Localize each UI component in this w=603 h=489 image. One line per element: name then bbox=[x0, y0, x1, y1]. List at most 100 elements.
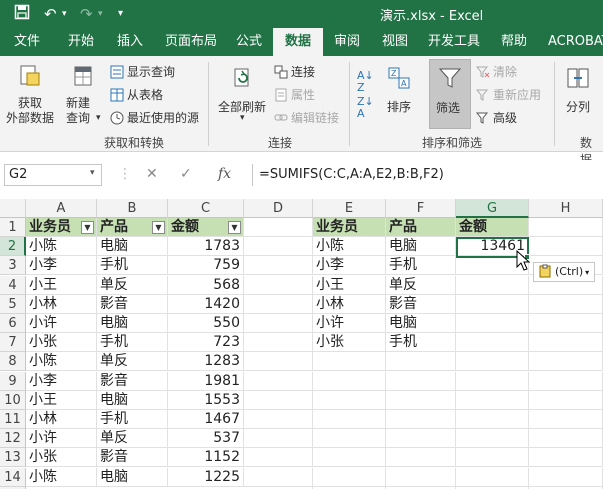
sum-result-cell[interactable] bbox=[456, 275, 529, 295]
table-cell[interactable]: 小林 bbox=[26, 410, 97, 429]
cell-h8[interactable] bbox=[529, 352, 603, 372]
tab-formulas[interactable]: 公式 bbox=[234, 28, 264, 56]
from-table-button[interactable]: 从表格 bbox=[110, 86, 163, 103]
recent-sources-button[interactable]: 最近使用的源 bbox=[110, 109, 199, 126]
new-query-dropdown-icon[interactable]: ▾ bbox=[96, 113, 101, 123]
cell-h9[interactable] bbox=[529, 371, 603, 391]
empty-cell[interactable] bbox=[313, 390, 386, 410]
get-external-data-button[interactable]: 获取 外部数据 bbox=[6, 96, 54, 126]
reapply-button[interactable]: 重新应用 bbox=[476, 86, 541, 103]
cell-d2[interactable] bbox=[244, 237, 313, 257]
table-cell[interactable]: 1225 bbox=[168, 467, 244, 487]
table-cell[interactable]: 小张 bbox=[26, 333, 97, 353]
table-cell[interactable]: 电脑 bbox=[97, 237, 168, 257]
table-cell[interactable]: 影音 bbox=[97, 371, 168, 391]
lookup-cell[interactable]: 单反 bbox=[386, 275, 456, 295]
column-header-e[interactable]: E bbox=[313, 199, 386, 218]
lookup-cell[interactable]: 小李 bbox=[313, 256, 386, 276]
cell-h13[interactable] bbox=[529, 448, 603, 468]
empty-cell[interactable] bbox=[386, 390, 456, 410]
name-box-dropdown-icon[interactable]: ▾ bbox=[90, 168, 95, 178]
table-cell[interactable]: 537 bbox=[168, 429, 244, 449]
table-cell[interactable]: 小王 bbox=[26, 275, 97, 295]
table-cell[interactable]: 小王 bbox=[26, 390, 97, 410]
empty-cell[interactable] bbox=[386, 371, 456, 391]
undo-icon[interactable]: ↶ bbox=[44, 4, 57, 24]
enter-icon[interactable]: ✓ bbox=[180, 166, 192, 182]
table-cell[interactable]: 1783 bbox=[168, 237, 244, 257]
table-cell[interactable]: 影音 bbox=[97, 448, 168, 468]
filter-button[interactable]: 筛选 bbox=[429, 59, 471, 129]
lookup-header-cell[interactable]: 金额 bbox=[456, 218, 529, 237]
empty-cell[interactable] bbox=[313, 448, 386, 468]
cell-h6[interactable] bbox=[529, 314, 603, 333]
cell-h12[interactable] bbox=[529, 429, 603, 449]
lookup-cell[interactable]: 小王 bbox=[313, 275, 386, 295]
connections-button[interactable]: 连接 bbox=[274, 63, 315, 80]
redo-icon[interactable]: ↷ bbox=[80, 4, 93, 24]
customize-toolbar-icon[interactable]: ▾ bbox=[118, 4, 123, 24]
empty-cell[interactable] bbox=[386, 448, 456, 468]
new-query-button[interactable]: 新建 查询 bbox=[66, 96, 90, 126]
edit-links-button[interactable]: 编辑链接 bbox=[274, 109, 339, 126]
cell-d5[interactable] bbox=[244, 294, 313, 314]
table-cell[interactable]: 单反 bbox=[97, 429, 168, 449]
split-button[interactable]: 分列 bbox=[566, 98, 590, 115]
table-cell[interactable]: 723 bbox=[168, 333, 244, 353]
table-cell[interactable]: 568 bbox=[168, 275, 244, 295]
cell-h2[interactable] bbox=[529, 237, 603, 257]
table-cell[interactable]: 手机 bbox=[97, 256, 168, 276]
lookup-cell[interactable]: 电脑 bbox=[386, 237, 456, 257]
cell-h5[interactable] bbox=[529, 294, 603, 314]
properties-button[interactable]: 属性 bbox=[274, 86, 315, 103]
row-header-12[interactable]: 12 bbox=[0, 429, 26, 449]
tab-view[interactable]: 视图 bbox=[380, 28, 410, 56]
paste-options-button[interactable]: (Ctrl) ▾ bbox=[533, 262, 595, 282]
empty-cell[interactable] bbox=[313, 429, 386, 449]
table-cell[interactable]: 1981 bbox=[168, 371, 244, 391]
cell-d3[interactable] bbox=[244, 256, 313, 276]
tab-acrobat[interactable]: ACROBAT bbox=[546, 28, 603, 56]
empty-cell[interactable] bbox=[386, 429, 456, 449]
insert-function-icon[interactable]: fx bbox=[218, 166, 231, 182]
empty-cell[interactable] bbox=[313, 371, 386, 391]
table-cell[interactable]: 手机 bbox=[97, 410, 168, 429]
column-header-a[interactable]: A bbox=[26, 199, 97, 218]
sort-za-icon[interactable]: Z↓ A bbox=[357, 96, 374, 120]
empty-cell[interactable] bbox=[456, 448, 529, 468]
lookup-cell[interactable]: 小林 bbox=[313, 294, 386, 314]
redo-dropdown-icon[interactable]: ▾ bbox=[98, 4, 103, 24]
table-cell[interactable]: 小许 bbox=[26, 429, 97, 449]
empty-cell[interactable] bbox=[456, 352, 529, 372]
sort-button[interactable]: 排序 bbox=[387, 98, 411, 115]
tab-help[interactable]: 帮助 bbox=[499, 28, 529, 56]
cell-d12[interactable] bbox=[244, 429, 313, 449]
table-cell[interactable]: 小张 bbox=[26, 448, 97, 468]
lookup-cell[interactable]: 小陈 bbox=[313, 237, 386, 257]
advanced-button[interactable]: 高级 bbox=[476, 109, 517, 126]
tab-data[interactable]: 数据 bbox=[273, 28, 324, 56]
column-header-d[interactable]: D bbox=[244, 199, 313, 218]
empty-cell[interactable] bbox=[386, 410, 456, 429]
row-header-1[interactable]: 1 bbox=[0, 218, 26, 237]
cell-d6[interactable] bbox=[244, 314, 313, 333]
table-cell[interactable]: 1152 bbox=[168, 448, 244, 468]
row-header-9[interactable]: 9 bbox=[0, 371, 26, 391]
lookup-header-cell[interactable]: 产品 bbox=[386, 218, 456, 237]
filter-dropdown-icon[interactable]: ▼ bbox=[152, 221, 165, 234]
cell-d8[interactable] bbox=[244, 352, 313, 372]
table-cell[interactable]: 小林 bbox=[26, 294, 97, 314]
lookup-cell[interactable]: 手机 bbox=[386, 256, 456, 276]
cell-d7[interactable] bbox=[244, 333, 313, 353]
table-cell[interactable]: 影音 bbox=[97, 294, 168, 314]
row-header-10[interactable]: 10 bbox=[0, 390, 26, 410]
lookup-header-cell[interactable]: 业务员 bbox=[313, 218, 386, 237]
empty-cell[interactable] bbox=[456, 371, 529, 391]
cell-d10[interactable] bbox=[244, 390, 313, 410]
empty-cell[interactable] bbox=[456, 467, 529, 487]
lookup-cell[interactable]: 影音 bbox=[386, 294, 456, 314]
table-cell[interactable]: 1553 bbox=[168, 390, 244, 410]
table-cell[interactable]: 550 bbox=[168, 314, 244, 333]
column-header-b[interactable]: B bbox=[97, 199, 168, 218]
show-queries-button[interactable]: 显示查询 bbox=[110, 63, 175, 80]
